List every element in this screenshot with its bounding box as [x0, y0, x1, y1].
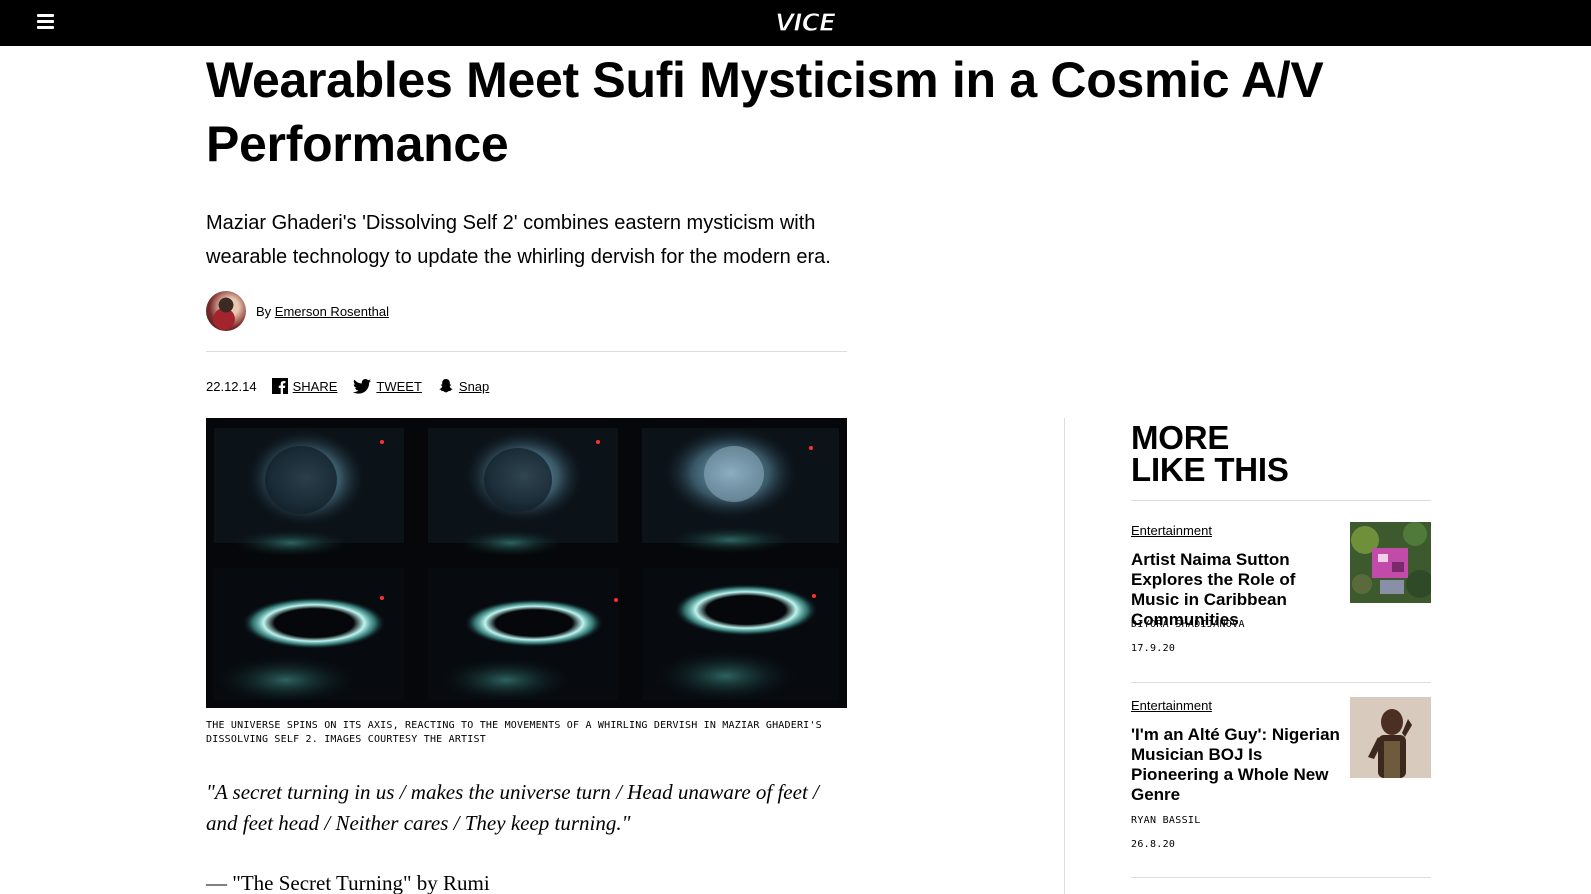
sidebar-rule — [1131, 877, 1431, 878]
snapchat-share-button[interactable]: Snap — [438, 378, 489, 394]
byline-divider — [206, 351, 847, 352]
snapchat-icon — [439, 379, 453, 393]
card-date: 17.9.20 — [1131, 643, 1176, 654]
more-like-this-heading: MORE LIKE THIS — [1131, 419, 1289, 488]
top-navigation-bar: VICE — [0, 0, 1591, 46]
tweet-label: TWEET — [376, 378, 422, 394]
related-article-card[interactable]: Entertainment Artist Naima Sutton Explor… — [1131, 522, 1431, 662]
hero-image — [206, 418, 847, 708]
facebook-share-button[interactable]: SHARE — [271, 378, 338, 394]
byline-prefix: By — [256, 303, 272, 319]
svg-text:VICE: VICE — [775, 8, 836, 37]
card-thumbnail[interactable] — [1350, 522, 1431, 603]
vice-logo[interactable]: VICE — [766, 6, 844, 40]
card-category-link[interactable]: Entertainment — [1131, 698, 1212, 713]
author-avatar[interactable] — [206, 291, 246, 331]
byline-text: By Emerson Rosenthal — [256, 304, 389, 319]
card-category-link[interactable]: Entertainment — [1131, 523, 1212, 538]
image-caption: The universe spins on its axis, reacting… — [206, 720, 822, 745]
card-author: DIYORA SHADIJANOVA — [1131, 619, 1245, 630]
quote-attribution: — "The Secret Turning" by Rumi — [206, 871, 490, 894]
share-label: SHARE — [292, 378, 338, 394]
sidebar-rule — [1131, 500, 1431, 501]
publish-date: 22.12.14 — [206, 378, 257, 394]
byline: By Emerson Rosenthal — [206, 291, 389, 331]
twitter-icon — [353, 378, 372, 394]
card-thumbnail[interactable] — [1350, 697, 1431, 778]
twitter-share-button[interactable]: TWEET — [353, 378, 422, 394]
share-bar: 22.12.14 SHARE TWEET Snap — [206, 378, 505, 394]
author-link[interactable]: Emerson Rosenthal — [275, 304, 389, 319]
related-article-card[interactable]: Entertainment 'I'm an Alté Guy': Nigeria… — [1131, 697, 1431, 857]
more-like-this-line2: LIKE THIS — [1131, 451, 1289, 488]
card-date: 26.8.20 — [1131, 839, 1176, 850]
rumi-quote: "A secret turning in us / makes the univ… — [206, 780, 819, 835]
sidebar-divider — [1064, 418, 1065, 894]
hamburger-menu-icon[interactable] — [37, 14, 54, 29]
facebook-icon — [271, 378, 288, 394]
article-title: Wearables Meet Sufi Mysticism in a Cosmi… — [206, 52, 1324, 172]
more-like-this-line1: MORE — [1131, 419, 1230, 456]
article-dek: Maziar Ghaderi's 'Dissolving Self 2' com… — [206, 212, 831, 268]
snap-label: Snap — [458, 378, 490, 394]
card-title[interactable]: Artist Naima Sutton Explores the Role of… — [1131, 550, 1341, 630]
card-title[interactable]: 'I'm an Alté Guy': Nigerian Musician BOJ… — [1131, 725, 1341, 805]
sidebar-rule — [1131, 682, 1431, 683]
card-author: RYAN BASSIL — [1131, 815, 1201, 826]
dervish-performance-collage — [206, 418, 847, 708]
